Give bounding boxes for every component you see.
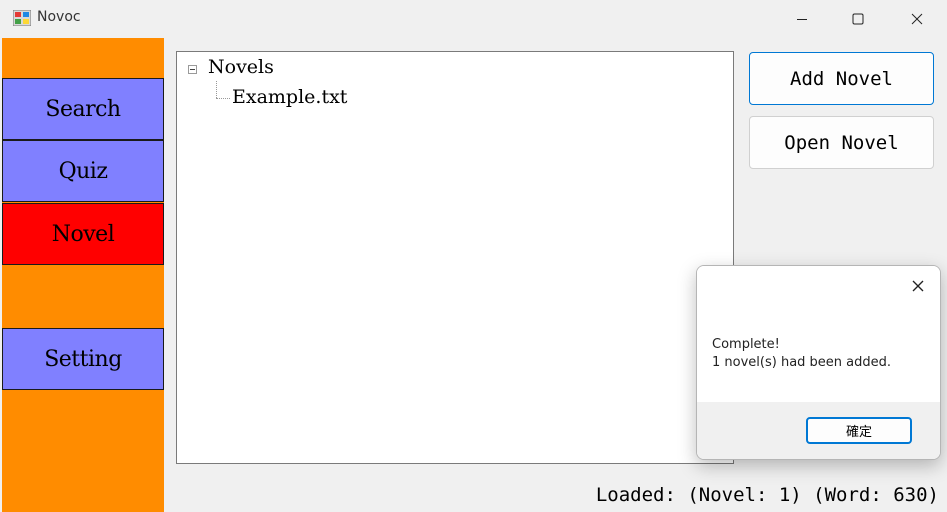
collapse-toggle-icon[interactable] [188,65,197,74]
dialog-close-button[interactable] [902,270,934,302]
window-title: Novoc [37,9,81,25]
dialog-body: Complete! 1 novel(s) had been added. [697,304,940,402]
sidebar-item-label: Search [45,96,121,122]
sidebar-item-label: Quiz [58,158,108,184]
sidebar: Search Quiz Novel Setting [2,38,164,512]
sidebar-item-setting[interactable]: Setting [2,328,164,390]
sidebar-item-novel[interactable]: Novel [2,203,164,265]
dialog-message-line-2: 1 novel(s) had been added. [712,355,892,370]
dialog-header [697,266,940,304]
app-windows-icon [13,10,31,26]
ok-button-label: 確定 [845,425,872,440]
open-novel-button[interactable]: Open Novel [749,116,934,169]
tree-connector-line [216,81,217,98]
sidebar-item-label: Novel [51,221,115,247]
title-bar: Novoc [0,0,947,38]
sidebar-item-search[interactable]: Search [2,78,164,140]
novel-tree-view[interactable]: Novels Example.txt [176,51,734,464]
dialog-message-line-1: Complete! [712,337,780,352]
minimize-button[interactable] [772,0,832,38]
add-novel-button[interactable]: Add Novel [749,52,934,105]
close-button[interactable] [887,0,947,38]
tree-node-example-txt[interactable]: Example.txt [232,86,347,108]
sidebar-item-quiz[interactable]: Quiz [2,140,164,202]
open-novel-label: Open Novel [784,131,899,154]
ok-button[interactable]: 確定 [806,417,912,444]
add-novel-label: Add Novel [790,67,893,90]
close-icon [912,280,924,292]
tree-node-novels[interactable]: Novels [208,56,274,78]
dialog-footer: 確定 [697,402,940,459]
maximize-button[interactable] [828,0,888,38]
maximize-icon [852,13,864,25]
tree-connector-line [216,98,230,99]
sidebar-item-label: Setting [44,346,122,372]
message-dialog: Complete! 1 novel(s) had been added. 確定 [696,265,941,460]
status-text: Loaded: (Novel: 1) (Word: 630) [595,484,939,506]
close-icon [911,13,923,25]
minimize-icon [797,19,807,20]
